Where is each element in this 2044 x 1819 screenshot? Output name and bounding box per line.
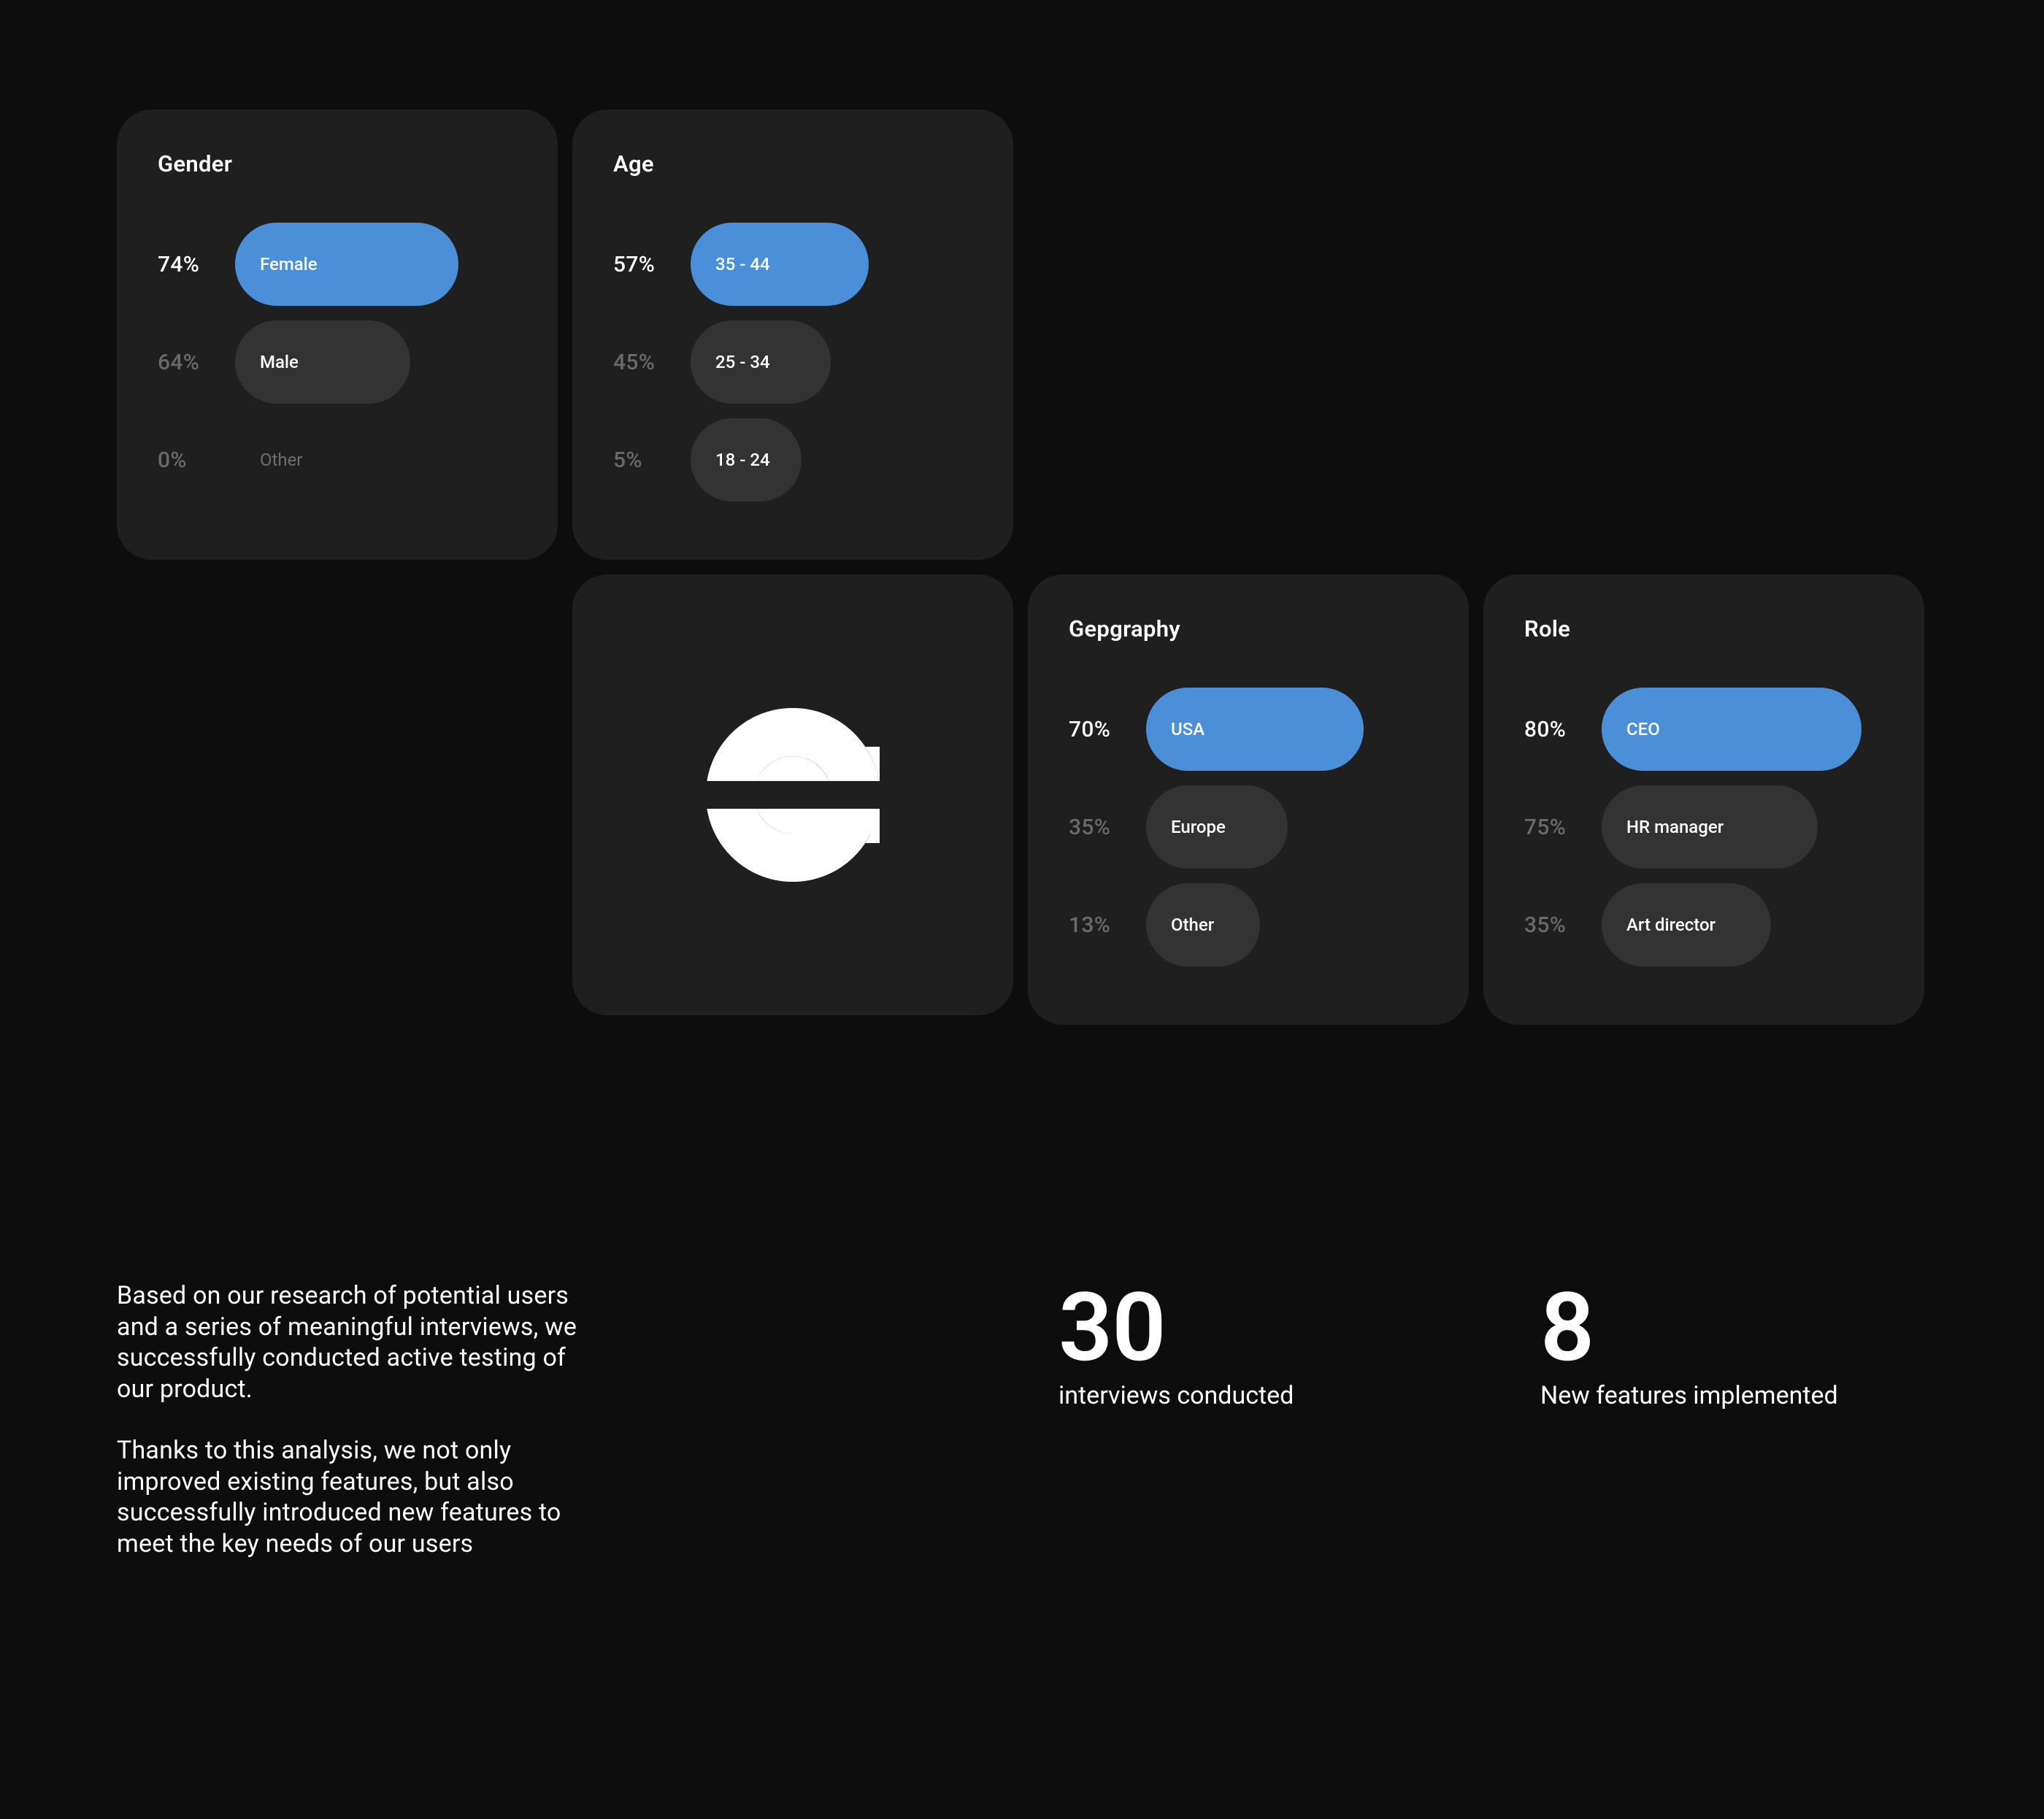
pill-bar: 18 - 24: [691, 418, 802, 501]
pill-row: 45% 25 - 34: [613, 320, 972, 404]
pill-label: Other: [235, 450, 302, 470]
pill-row: 5% 18 - 24: [613, 418, 972, 501]
pill-row: 35% Europe: [1069, 785, 1428, 869]
pill-bar: 35 - 44: [691, 223, 869, 306]
stat-features: 8 New features implemented: [1540, 1280, 1838, 1590]
pill-bar: HR manager: [1602, 785, 1818, 869]
gender-card: Gender 74% Female 64% Male 0% Other: [117, 109, 558, 560]
pill-bar: Female: [235, 223, 458, 306]
pill-row: 64% Male: [158, 320, 517, 404]
bottom-section: Based on our research of potential users…: [117, 1280, 1927, 1590]
percent-value: 0%: [158, 447, 235, 473]
pill-row: 35% Art director: [1524, 883, 1883, 966]
stat-number: 8: [1540, 1280, 1838, 1375]
pill-bar: Male: [235, 320, 410, 404]
pill-bar: CEO: [1602, 688, 1862, 771]
stat-label: New features implemented: [1540, 1381, 1838, 1410]
stat-number: 30: [1058, 1280, 1511, 1375]
percent-value: 35%: [1524, 912, 1602, 938]
age-card: Age 57% 35 - 44 45% 25 - 34 5% 18 - 24: [572, 109, 1013, 560]
pill-row: 80% CEO: [1524, 688, 1883, 771]
card-title: Role: [1524, 615, 1883, 642]
percent-value: 57%: [613, 252, 691, 277]
percent-value: 80%: [1524, 717, 1602, 742]
percent-value: 5%: [613, 447, 691, 473]
pill-row: 74% Female: [158, 223, 517, 306]
percent-value: 45%: [613, 350, 691, 375]
card-title: Gender: [158, 150, 517, 177]
geography-card: Gepgraphy 70% USA 35% Europe 13% Other: [1028, 574, 1469, 1025]
percent-value: 35%: [1069, 815, 1146, 840]
role-card: Role 80% CEO 75% HR manager 35% Art dire…: [1483, 574, 1924, 1025]
pill-bar: Other: [1146, 883, 1260, 966]
card-title: Gepgraphy: [1069, 615, 1428, 642]
percent-value: 13%: [1069, 912, 1146, 938]
logo-card: [572, 574, 1013, 1015]
pill-row: 13% Other: [1069, 883, 1428, 966]
pill-row: 70% USA: [1069, 688, 1428, 771]
description-column: Based on our research of potential users…: [117, 1280, 591, 1590]
percent-value: 75%: [1524, 815, 1602, 840]
pill-bar: USA: [1146, 688, 1364, 771]
description-p1: Based on our research of potential users…: [117, 1280, 591, 1404]
pill-row: 57% 35 - 44: [613, 223, 972, 306]
stat-label: interviews conducted: [1058, 1381, 1511, 1410]
second-row: Gepgraphy 70% USA 35% Europe 13% Other R…: [572, 574, 1927, 1025]
pill-bar: Europe: [1146, 785, 1288, 869]
description-p2: Thanks to this analysis, we not only imp…: [117, 1435, 591, 1559]
pill-row: 75% HR manager: [1524, 785, 1883, 869]
stat-interviews: 30 interviews conducted: [1058, 1280, 1511, 1590]
card-title: Age: [613, 150, 972, 177]
top-row: Gender 74% Female 64% Male 0% Other Age …: [117, 109, 1927, 560]
pill-bar: Art director: [1602, 883, 1771, 966]
logo-icon: [696, 708, 890, 882]
percent-value: 74%: [158, 252, 235, 277]
percent-value: 64%: [158, 350, 235, 375]
pill-row: 0% Other: [158, 418, 517, 501]
percent-value: 70%: [1069, 717, 1146, 742]
pill-bar: 25 - 34: [691, 320, 831, 404]
